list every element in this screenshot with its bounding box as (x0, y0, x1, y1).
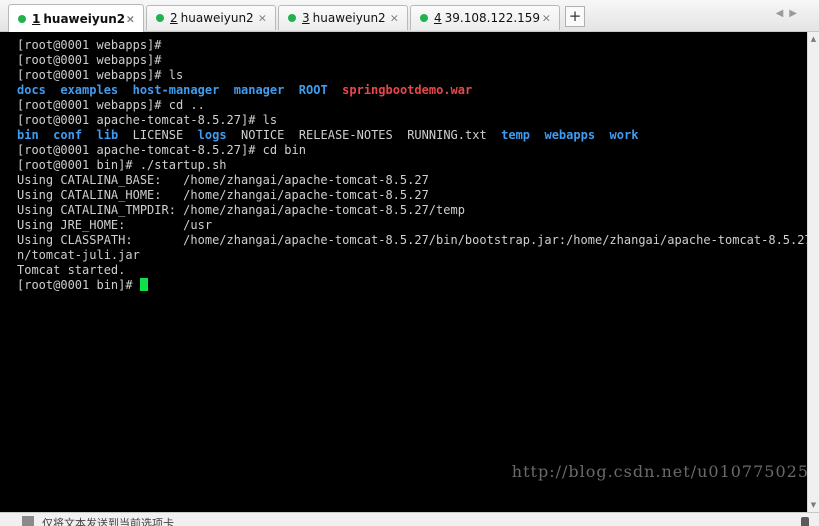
terminal-line: Using JRE_HOME: /usr (17, 218, 807, 233)
scroll-down-icon[interactable]: ▼ (808, 501, 819, 509)
tab-session-1[interactable]: 1 huaweiyun2 × (8, 4, 144, 32)
close-icon[interactable]: × (258, 12, 267, 25)
directory-entry: host-manager (132, 83, 220, 97)
directory-entry: docs (17, 83, 46, 97)
terminal-text: [root@0001 bin]# (17, 278, 140, 292)
directory-entry: lib (96, 128, 119, 142)
close-icon[interactable]: × (126, 12, 135, 25)
watermark: http://blog.csdn.net/u010775025 (511, 462, 809, 481)
terminal-line: [root@0001 webapps]# ls (17, 68, 807, 83)
terminal-text: Using CATALINA_HOME: /home/zhangai/apach… (17, 188, 429, 202)
tab-label: 39.108.122.159 (444, 11, 541, 25)
directory-entry: manager (233, 83, 285, 97)
connection-status-icon (288, 14, 296, 22)
terminal-text: Tomcat started. (17, 263, 126, 277)
terminal-line: Using CLASSPATH: /home/zhangai/apache-to… (17, 233, 807, 248)
add-tab-button[interactable]: + (565, 6, 585, 27)
terminal-output[interactable]: [root@0001 webapps]# [root@0001 webapps]#… (0, 32, 807, 512)
terminal-text: LICENSE (118, 128, 198, 142)
terminal-line: [root@0001 webapps]# (17, 53, 807, 68)
tab-session-2[interactable]: 2 huaweiyun2 × (146, 5, 276, 30)
tab-scroll-arrows-icon[interactable]: ◀▶ (776, 8, 803, 19)
tab-bar: 1 huaweiyun2 × 2 huaweiyun2 × 3 huaweiyu… (0, 0, 819, 32)
tab-label: huaweiyun2 (43, 11, 126, 26)
terminal-line: [root@0001 bin]# ./startup.sh (17, 158, 807, 173)
terminal-text: [root@0001 webapps]# (17, 53, 162, 67)
tab-number: 2 (170, 11, 178, 25)
terminal-text: Using CATALINA_TMPDIR: /home/zhangai/apa… (17, 203, 465, 217)
connection-status-icon (18, 14, 26, 23)
terminal-text: [root@0001 webapps]# (17, 38, 162, 52)
connection-status-icon (156, 14, 164, 22)
terminal-line: Using CATALINA_HOME: /home/zhangai/apach… (17, 188, 807, 203)
terminal-line: bin conf lib LICENSE logs NOTICE RELEASE… (17, 128, 807, 143)
terminal-line: Tomcat started. (17, 263, 807, 278)
terminal-text: NOTICE RELEASE-NOTES RUNNING.txt (226, 128, 502, 142)
send-bar: 仅将文本发送到当前选项卡 (0, 512, 819, 526)
lock-icon[interactable] (801, 517, 809, 526)
menu-icon[interactable] (22, 516, 34, 526)
directory-entry: work (609, 128, 639, 142)
terminal-text: [root@0001 webapps]# ls (17, 68, 184, 82)
terminal-text: Using JRE_HOME: /usr (17, 218, 213, 232)
connection-status-icon (420, 14, 428, 22)
terminal-line: [root@0001 apache-tomcat-8.5.27]# cd bin (17, 143, 807, 158)
tab-number: 3 (302, 11, 310, 25)
terminal-text: [root@0001 apache-tomcat-8.5.27]# ls (17, 113, 278, 127)
terminal-line: Using CATALINA_TMPDIR: /home/zhangai/apa… (17, 203, 807, 218)
terminal-text: [root@0001 apache-tomcat-8.5.27]# cd bin (17, 143, 306, 157)
tab-number: 4 (434, 11, 442, 25)
tab-label: huaweiyun2 (312, 11, 386, 25)
directory-entry: examples (60, 83, 119, 97)
directory-entry: webapps (544, 128, 596, 142)
close-icon[interactable]: × (542, 12, 551, 25)
tab-session-3[interactable]: 3 huaweiyun2 × (278, 5, 408, 30)
terminal-cursor (139, 278, 148, 291)
archive-file-entry: springbootdemo.war (342, 83, 473, 97)
directory-entry: temp (501, 128, 531, 142)
scroll-up-icon[interactable]: ▲ (808, 35, 819, 43)
terminal-line: docs examples host-manager manager ROOT … (17, 83, 807, 98)
terminal-text: n/tomcat-juli.jar (17, 248, 140, 262)
terminal-line: [root@0001 webapps]# cd .. (17, 98, 807, 113)
terminal-line: [root@0001 webapps]# (17, 38, 807, 53)
close-icon[interactable]: × (390, 12, 399, 25)
tab-number: 1 (32, 11, 41, 26)
terminal-line: Using CATALINA_BASE: /home/zhangai/apach… (17, 173, 807, 188)
directory-entry: logs (197, 128, 227, 142)
terminal-line: [root@0001 bin]# (17, 278, 807, 293)
directory-entry: conf (53, 128, 83, 142)
terminal-text: [root@0001 webapps]# cd .. (17, 98, 205, 112)
tab-session-4[interactable]: 4 39.108.122.159 × (410, 5, 560, 30)
terminal-line: n/tomcat-juli.jar (17, 248, 807, 263)
tab-label: huaweiyun2 (180, 11, 254, 25)
send-to-current-tab-label: 仅将文本发送到当前选项卡 (42, 517, 174, 526)
directory-entry: bin (17, 128, 39, 142)
directory-entry: ROOT (298, 83, 328, 97)
terminal-text: Using CATALINA_BASE: /home/zhangai/apach… (17, 173, 429, 187)
terminal-text: Using CLASSPATH: /home/zhangai/apache-to… (17, 233, 807, 247)
terminal-line: [root@0001 apache-tomcat-8.5.27]# ls (17, 113, 807, 128)
terminal-app-window: 1 huaweiyun2 × 2 huaweiyun2 × 3 huaweiyu… (0, 0, 819, 526)
terminal-text: [root@0001 bin]# ./startup.sh (17, 158, 227, 172)
vertical-scrollbar[interactable]: ▲ ▼ (807, 32, 819, 512)
